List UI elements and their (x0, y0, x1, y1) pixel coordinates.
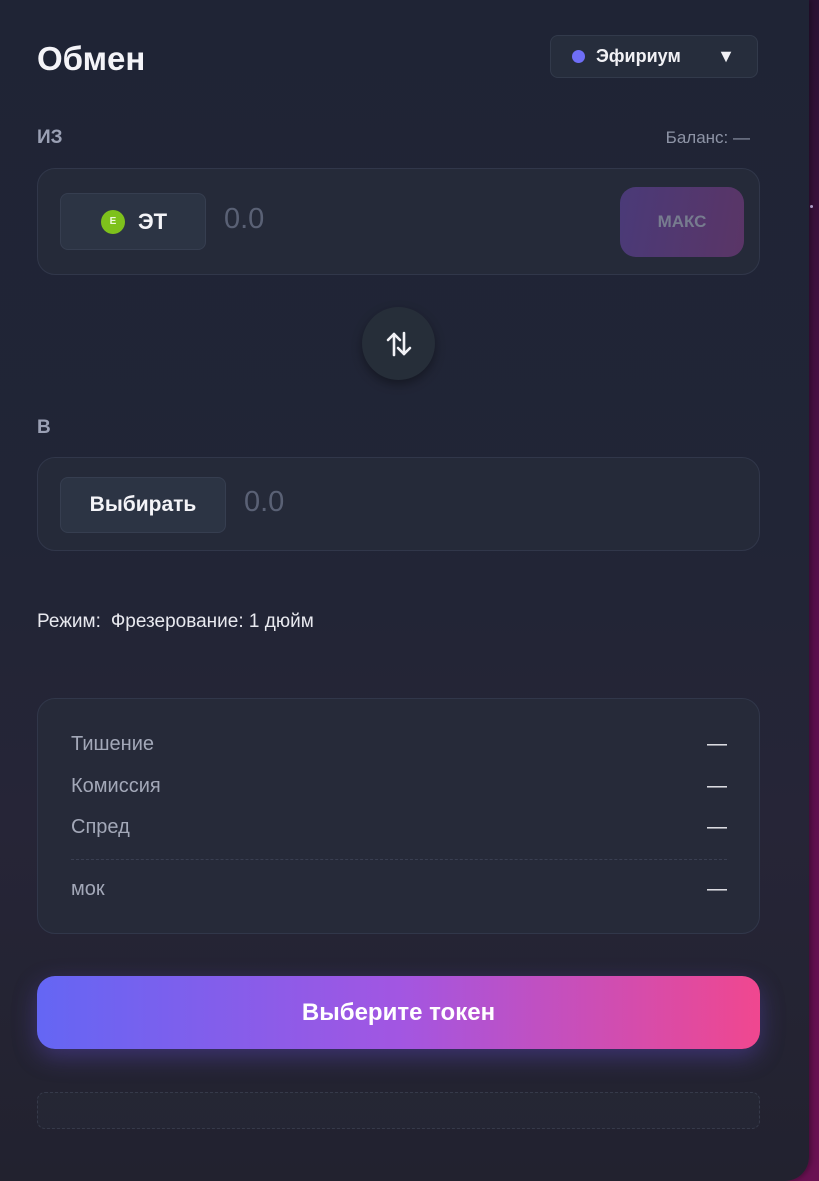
token-icon: E (101, 209, 125, 234)
network-dot-icon (572, 50, 585, 63)
detail-footer-label: мок (71, 878, 105, 900)
chevron-down-icon: ▼ (717, 46, 735, 66)
detail-value: — (707, 733, 727, 755)
select-token-cta-button[interactable]: Выберите токен (37, 976, 760, 1049)
network-label: Эфириум (596, 46, 681, 66)
detail-label: Тишение (71, 733, 155, 755)
status-placeholder (37, 1092, 760, 1129)
network-selector[interactable]: Эфириум ▼ (550, 35, 758, 78)
swap-direction-button[interactable] (362, 307, 435, 380)
mode-value: Фрезерование: 1 дюйм (110, 611, 314, 632)
detail-value: — (707, 816, 727, 838)
details-divider (71, 859, 727, 860)
detail-value: — (707, 775, 727, 797)
from-token-button[interactable]: E ЭТ (60, 193, 206, 250)
mode-label: Режим: (37, 611, 101, 632)
detail-row: Комиссия — (71, 775, 727, 798)
mode-line: Режим: Фрезерование: 1 дюйм (37, 611, 314, 633)
page-title: Обмен (37, 40, 146, 77)
from-amount-input[interactable] (224, 203, 584, 236)
detail-footer-value: — (707, 878, 727, 900)
from-label: ИЗ (37, 127, 63, 148)
balance-text: Баланс: — (665, 128, 750, 147)
detail-row: Тишение — (71, 733, 727, 756)
background-accent-dot (810, 205, 813, 208)
detail-footer-row: мок — (71, 878, 727, 901)
to-amount-input[interactable] (244, 486, 644, 519)
swap-card: Обмен Эфириум ▼ ИЗ Баланс: — E ЭТ МАКС В… (0, 0, 809, 1181)
token-symbol: ЭТ (138, 208, 168, 234)
to-panel: Выбирать (37, 457, 760, 551)
detail-label: Спред (71, 816, 130, 838)
from-panel: E ЭТ МАКС (37, 168, 760, 275)
swap-arrows-icon (386, 331, 411, 356)
max-button[interactable]: МАКС (620, 187, 744, 257)
details-panel: Тишение — Комиссия — Спред — мок — (37, 698, 760, 934)
detail-label: Комиссия (71, 775, 161, 797)
to-label: В (37, 417, 51, 438)
select-token-button[interactable]: Выбирать (60, 477, 226, 533)
detail-row: Спред — (71, 816, 727, 839)
